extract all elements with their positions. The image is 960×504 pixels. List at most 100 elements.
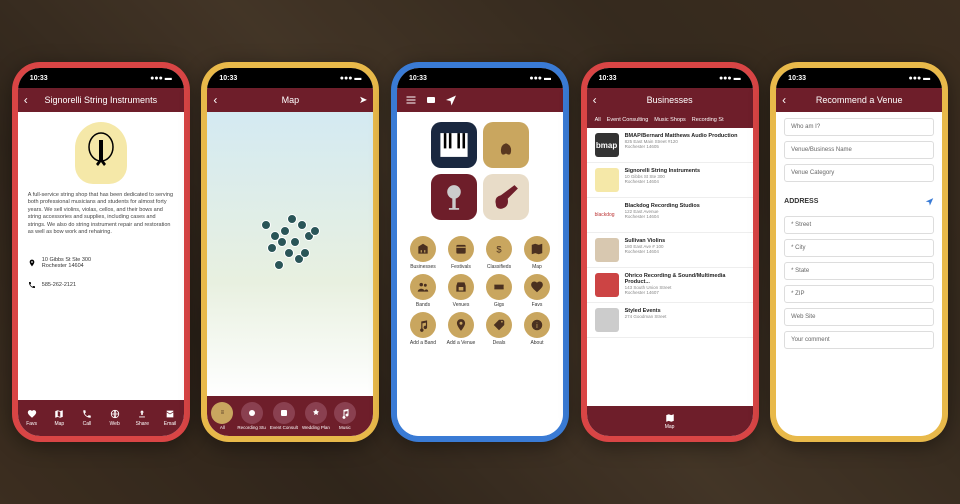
address-row[interactable]: 10 Gibbs St Ste 300 Rochester 14604 bbox=[18, 251, 184, 275]
state-field[interactable]: * State bbox=[784, 262, 934, 280]
grid-gigs[interactable]: Gigs bbox=[481, 274, 517, 308]
tile-mic[interactable] bbox=[431, 174, 477, 220]
tab-share[interactable]: Share bbox=[128, 400, 156, 436]
tab-favs[interactable]: Favs bbox=[18, 400, 46, 436]
business-description: A full-service string shop that has been… bbox=[18, 192, 184, 237]
back-icon[interactable]: ‹ bbox=[213, 93, 217, 107]
tab-web[interactable]: Web bbox=[101, 400, 129, 436]
grid-deals[interactable]: Deals bbox=[481, 312, 517, 346]
pin-icon bbox=[454, 318, 468, 332]
phone-form: 10:33●●● ▬ ‹Recommend a Venue Who am I? … bbox=[770, 62, 948, 442]
grid-classifieds[interactable]: $Classifieds bbox=[481, 236, 517, 270]
back-icon[interactable]: ‹ bbox=[593, 93, 597, 107]
tabbar: Favs Map Call Web Share Email bbox=[18, 400, 184, 436]
filter-event[interactable]: Event Consulting bbox=[607, 117, 649, 123]
dollar-icon: $ bbox=[492, 242, 506, 256]
locate-icon[interactable]: ➤ bbox=[359, 95, 367, 106]
phone-map: 10:33●●● ▬ ‹Map➤ ≡All Recording Stu Even… bbox=[201, 62, 379, 442]
header: ‹ Signorelli String Instruments bbox=[18, 88, 184, 112]
grid-add-band[interactable]: Add a Band bbox=[405, 312, 441, 346]
page-title: Map bbox=[282, 95, 300, 105]
tab-call[interactable]: Call bbox=[73, 400, 101, 436]
cat-wedding[interactable] bbox=[305, 402, 327, 424]
footer-map-tab[interactable]: Map bbox=[587, 406, 753, 436]
address-section: ADDRESS bbox=[776, 193, 942, 210]
cat-all[interactable]: ≡ bbox=[211, 402, 233, 424]
filter-recording[interactable]: Recording St bbox=[692, 117, 724, 123]
filter-all[interactable]: All bbox=[595, 117, 601, 123]
phone-detail: 10:33●●● ▬ ‹Signorelli String Instrument… bbox=[12, 62, 190, 442]
grid-add-venue[interactable]: Add a Venue bbox=[443, 312, 479, 346]
mail-icon bbox=[165, 409, 175, 419]
grid-venues[interactable]: Venues bbox=[443, 274, 479, 308]
page-title: Recommend a Venue bbox=[816, 95, 903, 105]
list-item[interactable]: Signorelli String Instruments10 Gibbs St… bbox=[587, 163, 753, 198]
building-icon bbox=[416, 242, 430, 256]
card-icon[interactable] bbox=[425, 94, 437, 106]
info-icon: i bbox=[530, 318, 544, 332]
grid-map[interactable]: Map bbox=[519, 236, 555, 270]
phone-icon bbox=[28, 281, 36, 289]
top-bar bbox=[397, 88, 563, 112]
phone-icon bbox=[82, 409, 92, 419]
heart-icon bbox=[530, 280, 544, 294]
comment-field[interactable]: Your comment bbox=[784, 331, 934, 349]
tile-guitar[interactable] bbox=[483, 174, 529, 220]
ticket-icon bbox=[492, 280, 506, 294]
store-icon bbox=[454, 280, 468, 294]
list-item[interactable]: bmapBMAP/Bernard Matthews Audio Producti… bbox=[587, 128, 753, 163]
category-bar: ≡All Recording Stu Event Consult Wedding… bbox=[207, 396, 373, 436]
category-field[interactable]: Venue Category bbox=[784, 164, 934, 182]
map-canvas[interactable] bbox=[207, 112, 373, 396]
tab-map[interactable]: Map bbox=[45, 400, 73, 436]
list-item[interactable]: Ohrico Recording & Sound/Multimedia Prod… bbox=[587, 268, 753, 303]
locate-icon[interactable] bbox=[445, 94, 457, 106]
filter-music[interactable]: Music Shops bbox=[654, 117, 686, 123]
note-icon bbox=[416, 318, 430, 332]
cat-recording[interactable] bbox=[241, 402, 263, 424]
tab-email[interactable]: Email bbox=[156, 400, 184, 436]
phone-home: 10:33●●● ▬ Businesses Festivals $Classif… bbox=[391, 62, 569, 442]
who-field[interactable]: Who am I? bbox=[784, 118, 934, 136]
grid-about[interactable]: iAbout bbox=[519, 312, 555, 346]
share-icon bbox=[137, 409, 147, 419]
feature-tiles bbox=[397, 112, 563, 230]
menu-icon[interactable] bbox=[405, 94, 417, 106]
phone-row[interactable]: 585-262-2121 bbox=[18, 275, 184, 295]
website-field[interactable]: Web Site bbox=[784, 308, 934, 326]
pin-icon bbox=[28, 259, 36, 267]
page-title: Signorelli String Instruments bbox=[45, 95, 158, 105]
map-icon bbox=[54, 409, 64, 419]
business-list: bmapBMAP/Bernard Matthews Audio Producti… bbox=[587, 128, 753, 406]
name-field[interactable]: Venue/Business Name bbox=[784, 141, 934, 159]
cat-event[interactable] bbox=[273, 402, 295, 424]
tag-icon bbox=[492, 318, 506, 332]
cat-music[interactable] bbox=[334, 402, 356, 424]
tile-violin[interactable] bbox=[483, 122, 529, 168]
zip-field[interactable]: * ZIP bbox=[784, 285, 934, 303]
street-field[interactable]: * Street bbox=[784, 216, 934, 234]
map-icon bbox=[665, 413, 675, 423]
map-icon bbox=[530, 242, 544, 256]
nav-grid: Businesses Festivals $Classifieds Map Ba… bbox=[397, 230, 563, 352]
svg-text:$: $ bbox=[496, 245, 502, 255]
back-icon[interactable]: ‹ bbox=[24, 93, 28, 107]
city-field[interactable]: * City bbox=[784, 239, 934, 257]
back-icon[interactable]: ‹ bbox=[782, 93, 786, 107]
grid-businesses[interactable]: Businesses bbox=[405, 236, 441, 270]
tile-piano[interactable] bbox=[431, 122, 477, 168]
grid-favs[interactable]: Favs bbox=[519, 274, 555, 308]
list-item[interactable]: Styled Events274 Goodman Street bbox=[587, 303, 753, 338]
filter-tabs: All Event Consulting Music Shops Recordi… bbox=[587, 112, 753, 128]
phone-list: 10:33●●● ▬ ‹Businesses All Event Consult… bbox=[581, 62, 759, 442]
grid-festivals[interactable]: Festivals bbox=[443, 236, 479, 270]
business-logo bbox=[75, 122, 127, 184]
list-item[interactable]: blackdogBlackdog Recording Studios122 Ea… bbox=[587, 198, 753, 233]
page-title: Businesses bbox=[647, 95, 693, 105]
heart-icon bbox=[27, 409, 37, 419]
people-icon bbox=[416, 280, 430, 294]
calendar-icon bbox=[454, 242, 468, 256]
grid-bands[interactable]: Bands bbox=[405, 274, 441, 308]
list-item[interactable]: Sullivan Violins180 East Ave # 100 Roche… bbox=[587, 233, 753, 268]
locate-icon[interactable] bbox=[925, 197, 934, 206]
